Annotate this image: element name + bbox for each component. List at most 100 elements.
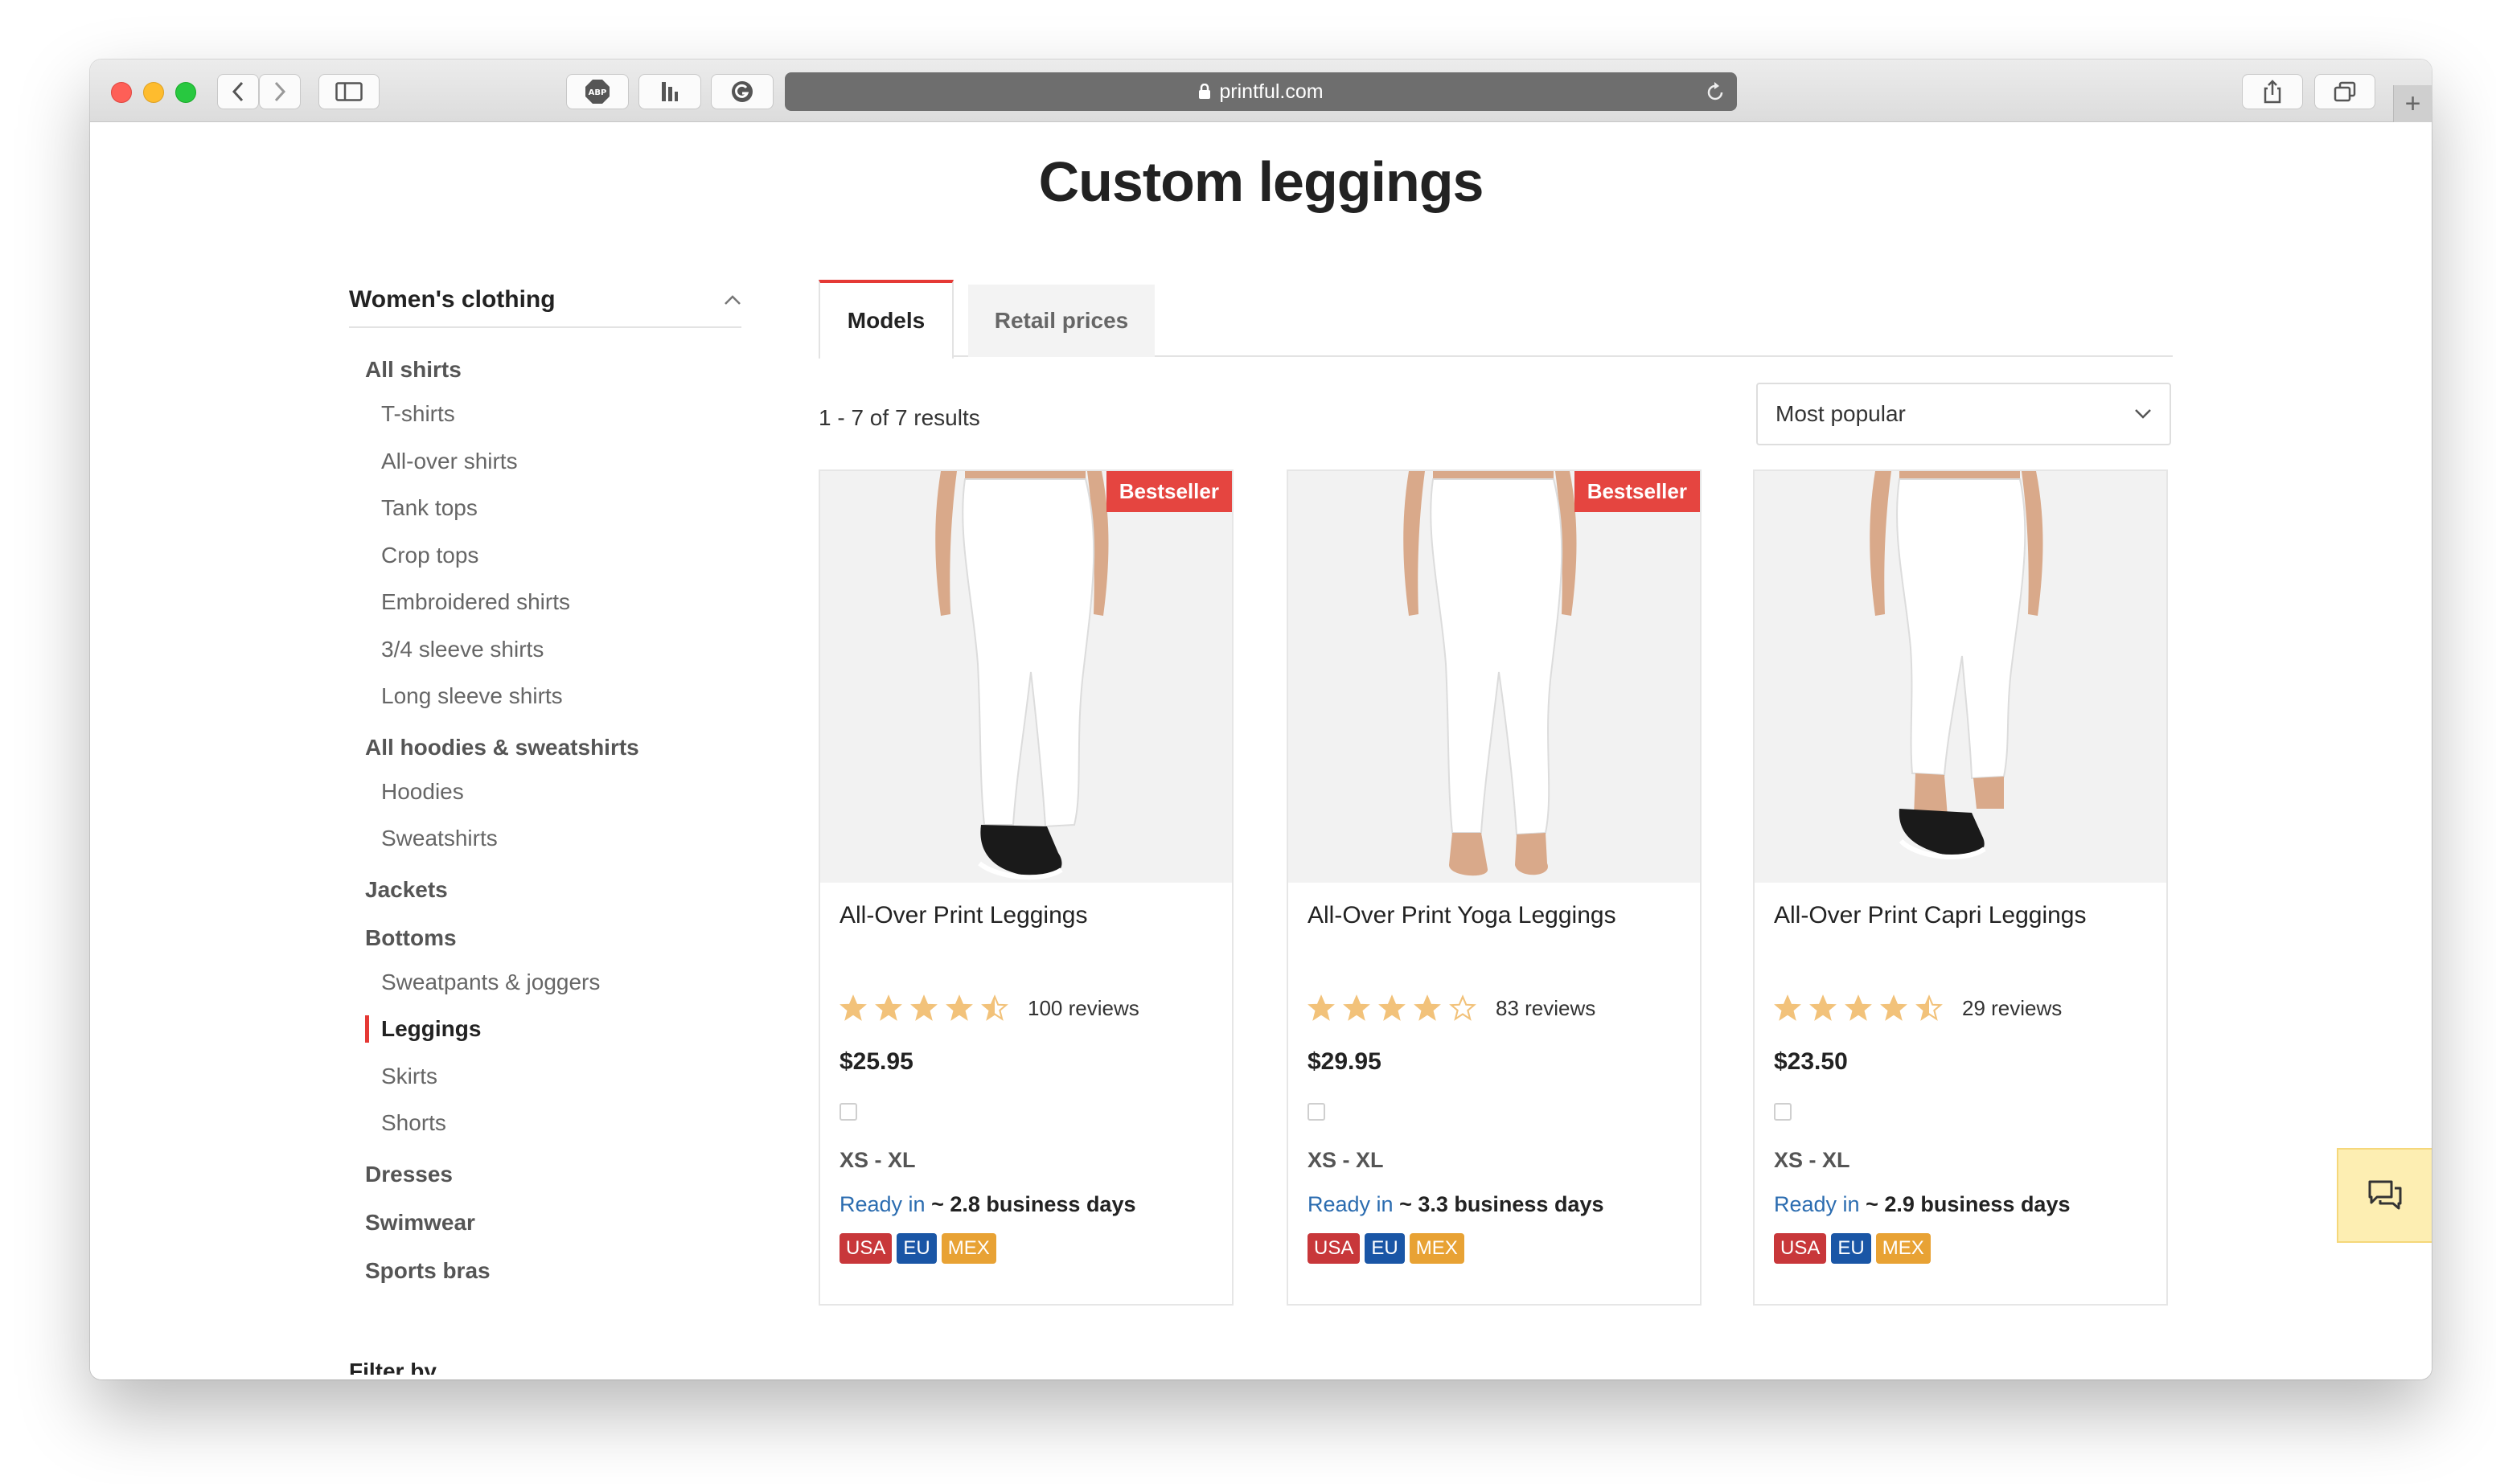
- browser-window: ABP printful.com + Custom leggings Women…: [90, 59, 2432, 1379]
- tab-retail-prices[interactable]: Retail prices: [968, 285, 1155, 357]
- forward-button[interactable]: [259, 74, 301, 109]
- product-name[interactable]: All-Over Print Yoga Leggings: [1308, 902, 1681, 982]
- share-icon: [2264, 80, 2281, 104]
- product-card[interactable]: Bestseller All-Over Print Yoga Leggings 83…: [1287, 469, 1702, 1306]
- sidebar-item[interactable]: Sweatshirts: [365, 815, 741, 863]
- product-image-container[interactable]: Bestseller: [1288, 471, 1700, 883]
- grammarly-button[interactable]: [711, 74, 774, 109]
- reload-icon[interactable]: [1705, 80, 1726, 109]
- compare-checkbox[interactable]: [840, 1103, 857, 1121]
- bestseller-badge: Bestseller: [1106, 471, 1232, 512]
- product-image-container[interactable]: Bestseller: [820, 471, 1232, 883]
- back-icon: [232, 81, 244, 102]
- close-window-button[interactable]: [111, 82, 132, 103]
- product-rating: 29 reviews: [1774, 992, 2147, 1024]
- bestseller-badge: Bestseller: [1574, 471, 1700, 512]
- region-tag: EU: [1365, 1233, 1405, 1264]
- zoom-window-button[interactable]: [175, 82, 196, 103]
- size-range: XS - XL: [1774, 1148, 1850, 1172]
- product-price: $25.95: [840, 1048, 913, 1075]
- sidebar-item[interactable]: Crop tops: [365, 532, 741, 580]
- results-count: 1 - 7 of 7 results: [819, 405, 980, 430]
- sidebar-header[interactable]: Women's clothing: [349, 280, 741, 328]
- product-card[interactable]: All-Over Print Capri Leggings 29 reviews $…: [1753, 469, 2168, 1306]
- region-tag: EU: [897, 1233, 937, 1264]
- size-range: XS - XL: [840, 1148, 916, 1172]
- tab-models[interactable]: Models: [819, 280, 954, 359]
- review-count[interactable]: 83 reviews: [1496, 996, 1595, 1021]
- sidebar-item[interactable]: Hoodies: [365, 769, 741, 816]
- star-half-icon: [1915, 994, 1943, 1021]
- adblock-button[interactable]: ABP: [566, 74, 629, 109]
- star-icon: [1414, 994, 1441, 1021]
- sidebar-category[interactable]: Swimwear: [365, 1202, 741, 1244]
- fulfillment-time: Ready in ~ 2.9 business days: [1774, 1192, 2147, 1217]
- minimize-window-button[interactable]: [143, 82, 164, 103]
- product-listing: Models Retail prices 1 - 7 of 7 results …: [819, 280, 2173, 1306]
- new-tab-button[interactable]: +: [2393, 85, 2432, 122]
- product-name[interactable]: All-Over Print Capri Leggings: [1774, 902, 2147, 982]
- product-card-body: All-Over Print Leggings 100 reviews $25.95…: [820, 883, 1232, 1264]
- sidebar-item[interactable]: Long sleeve shirts: [365, 673, 741, 720]
- product-grid: Bestseller All-Over Print Leggings 100 rev…: [819, 469, 2173, 1306]
- sidebar-category[interactable]: Dresses: [365, 1154, 741, 1195]
- extension-icon: [662, 82, 678, 101]
- size-range: XS - XL: [1308, 1148, 1384, 1172]
- sidebar-item[interactable]: Shorts: [365, 1100, 741, 1147]
- rating-stars: [840, 994, 1008, 1022]
- sidebar-category[interactable]: Sports bras: [365, 1250, 741, 1292]
- region-tag: USA: [840, 1233, 893, 1264]
- ready-in-link[interactable]: Ready in: [1308, 1192, 1394, 1216]
- region-tag: USA: [1774, 1233, 1827, 1264]
- sort-select[interactable]: Most popular: [1756, 383, 2171, 445]
- region-tag: USA: [1308, 1233, 1361, 1264]
- review-count[interactable]: 100 reviews: [1028, 996, 1139, 1021]
- compare-checkbox[interactable]: [1774, 1103, 1792, 1121]
- sidebar-item[interactable]: 3/4 sleeve shirts: [365, 626, 741, 674]
- product-image: [1403, 471, 1577, 876]
- sidebar-item[interactable]: Skirts: [365, 1053, 741, 1101]
- rating-stars: [1774, 994, 1943, 1022]
- sidebar-item[interactable]: Leggings: [365, 1006, 741, 1053]
- extension-button[interactable]: [638, 74, 701, 109]
- product-card[interactable]: Bestseller All-Over Print Leggings 100 rev…: [819, 469, 1234, 1306]
- product-image-container[interactable]: [1755, 471, 2166, 883]
- back-button[interactable]: [217, 74, 259, 109]
- ready-in-link[interactable]: Ready in: [1774, 1192, 1860, 1216]
- page-content: Custom leggings Women's clothing All shi…: [90, 122, 2432, 1379]
- sidebar-category[interactable]: Bottoms: [365, 917, 741, 959]
- star-icon: [1343, 994, 1370, 1021]
- fulfillment-regions: USA EU MEX: [1308, 1233, 1681, 1264]
- review-count[interactable]: 29 reviews: [1962, 996, 2062, 1021]
- star-icon: [1308, 994, 1335, 1021]
- share-button[interactable]: [2242, 74, 2303, 109]
- sidebar-toggle-button[interactable]: [318, 74, 380, 109]
- chat-button[interactable]: [2337, 1148, 2432, 1243]
- chevron-up-icon: [725, 295, 741, 305]
- star-icon: [1378, 994, 1406, 1021]
- sidebar-item[interactable]: Embroidered shirts: [365, 579, 741, 626]
- compare-checkbox[interactable]: [1308, 1103, 1325, 1121]
- chevron-down-icon: [2135, 409, 2151, 419]
- sidebar-category[interactable]: Jackets: [365, 869, 741, 911]
- sidebar-item[interactable]: Tank tops: [365, 485, 741, 532]
- product-name[interactable]: All-Over Print Leggings: [840, 902, 1213, 982]
- tabs-overview-button[interactable]: [2314, 74, 2375, 109]
- svg-text:ABP: ABP: [589, 88, 607, 97]
- ready-in-link[interactable]: Ready in: [840, 1192, 926, 1216]
- star-icon: [910, 994, 938, 1021]
- rating-stars: [1308, 994, 1476, 1022]
- sidebar-item[interactable]: Sweatpants & joggers: [365, 959, 741, 1006]
- address-bar[interactable]: printful.com: [785, 72, 1737, 111]
- fulfillment-regions: USA EU MEX: [1774, 1233, 2147, 1264]
- sidebar-item[interactable]: All-over shirts: [365, 438, 741, 486]
- sidebar-item[interactable]: T-shirts: [365, 391, 741, 438]
- star-icon: [1774, 994, 1801, 1021]
- product-card-body: All-Over Print Yoga Leggings 83 reviews $2…: [1288, 883, 1700, 1264]
- product-card-body: All-Over Print Capri Leggings 29 reviews $…: [1755, 883, 2166, 1264]
- sidebar-category[interactable]: All hoodies & sweatshirts: [365, 727, 741, 769]
- sidebar-category[interactable]: All shirts: [365, 349, 741, 391]
- fulfillment-regions: USA EU MEX: [840, 1233, 1213, 1264]
- sidebar-header-label: Women's clothing: [349, 286, 556, 313]
- region-tag: MEX: [1875, 1233, 1931, 1264]
